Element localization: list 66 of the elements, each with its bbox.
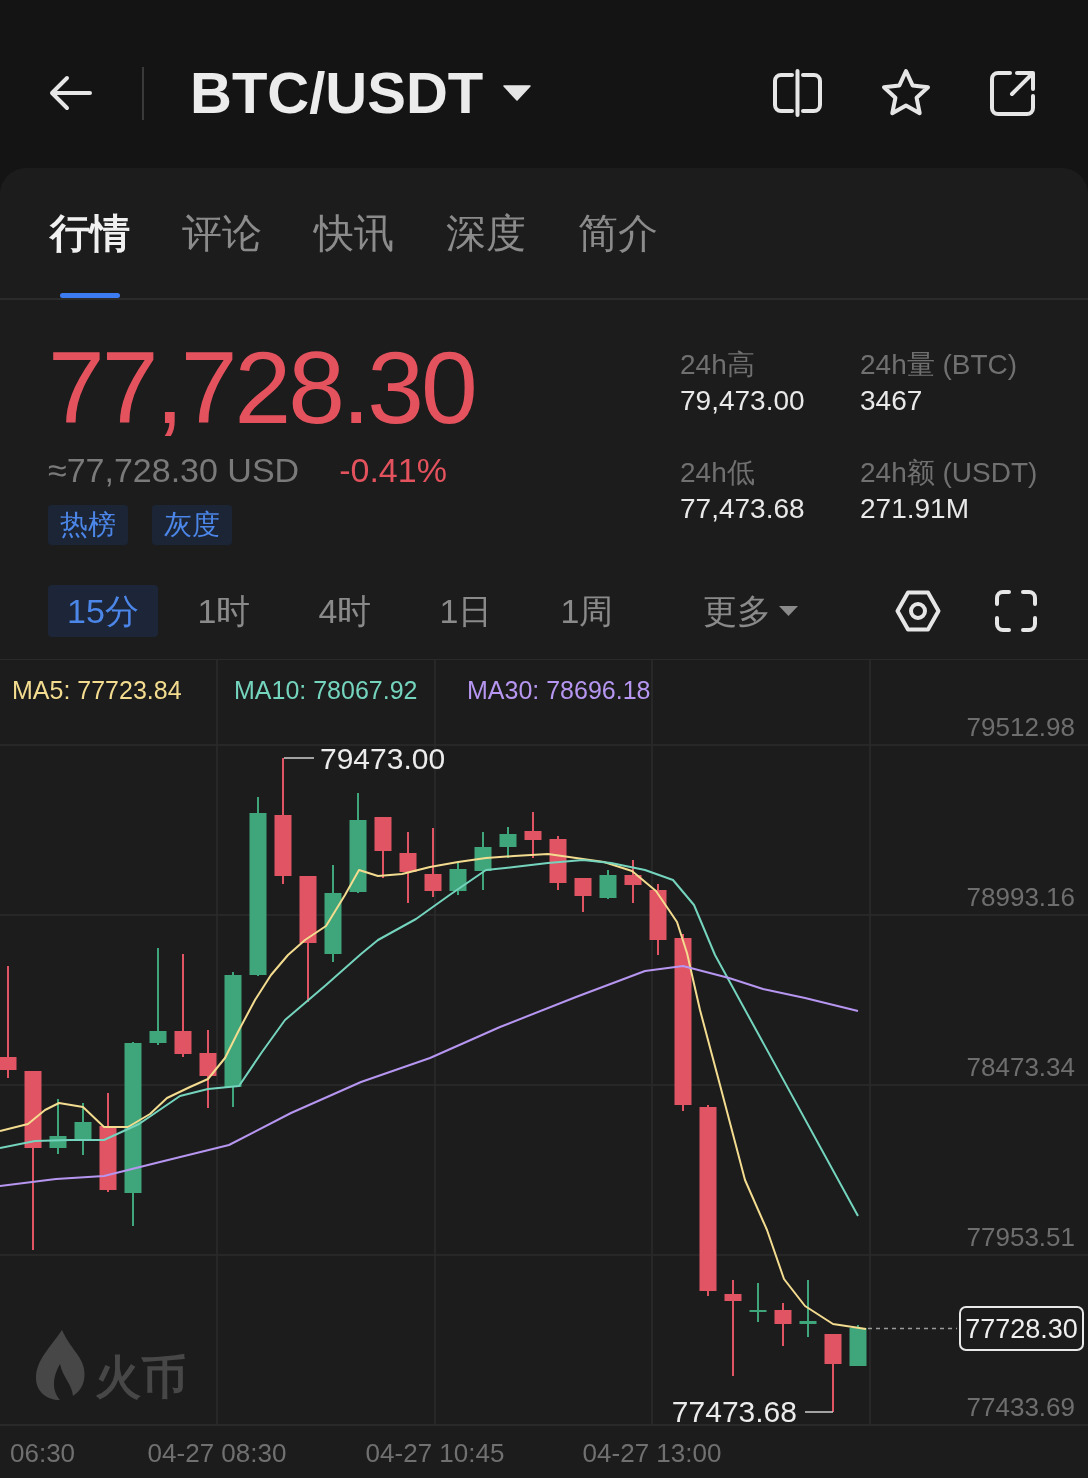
price-axis-label: 77953.51 <box>966 1222 1075 1252</box>
stat-value: 77,473.68 <box>680 492 806 526</box>
more-menu-button[interactable]: 更多 <box>703 584 798 637</box>
last-price: 77,728.30 <box>48 333 475 443</box>
rising-candle <box>849 1324 867 1367</box>
stat-label: 24h高 <box>680 348 756 382</box>
rising-candle <box>749 1282 767 1323</box>
falling-candle <box>774 1302 792 1347</box>
settings-icon[interactable] <box>895 589 941 632</box>
high-price-label: 79473.00 <box>320 742 446 775</box>
time-axis-label: 04-27 13:00 <box>582 1438 722 1468</box>
stat-value: 79,473.00 <box>680 384 806 418</box>
price-axis-label: 77433.69 <box>966 1392 1075 1422</box>
star-icon[interactable] <box>880 68 932 118</box>
tab[interactable]: 快讯 <box>314 168 394 298</box>
rising-candle <box>599 869 617 900</box>
caret-icon <box>503 85 532 101</box>
price-change: -0.41% <box>339 450 447 491</box>
falling-candle <box>424 827 442 898</box>
tag[interactable]: 灰度 <box>152 505 232 545</box>
stat-label: 24h低 <box>680 456 756 490</box>
time-axis-label: 06:30 <box>10 1438 76 1468</box>
time-axis-label: 04-27 10:45 <box>365 1438 505 1468</box>
legend-label: MA30: 78696.18 <box>467 676 651 704</box>
interval-tab[interactable]: 1时 <box>169 584 279 637</box>
rising-candle <box>49 1098 67 1155</box>
price-axis-label: 79512.98 <box>966 712 1075 742</box>
low-price-label: 77473.68 <box>671 1395 797 1428</box>
tab[interactable]: 评论 <box>182 168 262 298</box>
price-axis-label: 78993.16 <box>966 882 1075 912</box>
falling-candle <box>524 811 542 859</box>
tab[interactable]: 行情 <box>50 168 130 298</box>
stat-label: 24h量 (BTC) <box>860 348 1019 382</box>
falling-candle <box>624 859 642 904</box>
last-price-tag: 77728.30 <box>959 1306 1084 1351</box>
rising-candle <box>449 861 467 896</box>
fullscreen-icon[interactable] <box>995 589 1037 632</box>
stat-value: 3467 <box>860 384 924 418</box>
interval-tab[interactable]: 1周 <box>532 584 642 637</box>
pair-selector[interactable]: BTC/USDT <box>190 64 532 122</box>
leader-line <box>804 1411 834 1413</box>
flame-icon <box>36 1330 85 1400</box>
leader-line <box>283 757 315 759</box>
rising-candle <box>799 1279 817 1338</box>
legend-label: MA5: 77723.84 <box>12 676 182 704</box>
tag[interactable]: 热榜 <box>48 505 128 545</box>
caret-icon <box>779 605 798 616</box>
legend-label: MA10: 78067.92 <box>234 676 418 704</box>
falling-candle <box>374 816 392 879</box>
stat-value: 271.91M <box>860 492 970 526</box>
back-icon[interactable] <box>48 75 92 111</box>
interval-tab[interactable]: 1日 <box>411 584 521 637</box>
interval-tab[interactable]: 15分 <box>48 584 158 637</box>
rising-candle <box>499 826 517 859</box>
stat-label: 24h额 (USDT) <box>860 456 1038 490</box>
split-view-icon[interactable] <box>771 69 824 117</box>
time-axis-label: 04-27 08:30 <box>147 1438 287 1468</box>
rising-candle <box>74 1102 92 1156</box>
fiat-price: ≈77,728.30 USD <box>48 450 300 491</box>
tab[interactable]: 简介 <box>578 168 658 298</box>
tab[interactable]: 深度 <box>446 168 526 298</box>
share-icon[interactable] <box>988 68 1038 118</box>
rising-candle <box>474 831 492 891</box>
interval-tab[interactable]: 4时 <box>290 584 400 637</box>
falling-candle <box>574 877 592 913</box>
price-axis-label: 78473.34 <box>966 1052 1075 1082</box>
